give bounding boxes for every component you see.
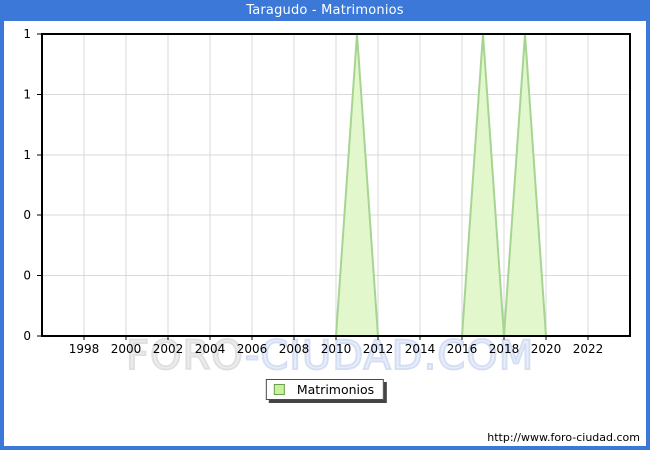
y-tick-label: 0 <box>23 269 31 283</box>
footer-url: http://www.foro-ciudad.com <box>487 431 640 444</box>
x-tick-label: 2000 <box>111 342 142 356</box>
y-tick-label: 1 <box>23 27 31 41</box>
x-tick-label: 2016 <box>447 342 478 356</box>
x-tick-label: 2018 <box>489 342 520 356</box>
x-tick-label: 1998 <box>69 342 100 356</box>
page-title: Taragudo - Matrimonios <box>246 3 404 18</box>
x-tick-label: 2012 <box>363 342 394 356</box>
x-tick-label: 2004 <box>195 342 226 356</box>
legend-box: Matrimonios <box>265 379 385 400</box>
legend-label: Matrimonios <box>296 382 375 397</box>
x-axis-labels: 1998 2000 2002 2004 2006 2008 2010 2012 2014 2016… <box>69 342 604 356</box>
legend-color-swatch <box>273 384 285 395</box>
x-tick-label: 2002 <box>153 342 184 356</box>
area-series-fill <box>42 34 609 336</box>
y-tick-label: 0 <box>23 329 31 343</box>
x-tick-label: 2022 <box>573 342 604 356</box>
title-bar: Taragudo - Matrimonios <box>0 0 650 21</box>
axis-ticks <box>37 33 589 340</box>
x-tick-label: 2006 <box>237 342 268 356</box>
y-tick-label: 1 <box>23 87 31 101</box>
y-axis-labels: 1 1 1 0 0 0 <box>23 27 31 343</box>
y-tick-label: 1 <box>23 148 31 162</box>
x-tick-label: 2020 <box>531 342 562 356</box>
y-tick-label: 0 <box>23 208 31 222</box>
x-tick-label: 2014 <box>405 342 436 356</box>
chart-page: Taragudo - Matrimonios FORO-CIUDAD.COM 1… <box>0 0 650 450</box>
x-tick-label: 2008 <box>279 342 310 356</box>
x-tick-label: 2010 <box>321 342 352 356</box>
